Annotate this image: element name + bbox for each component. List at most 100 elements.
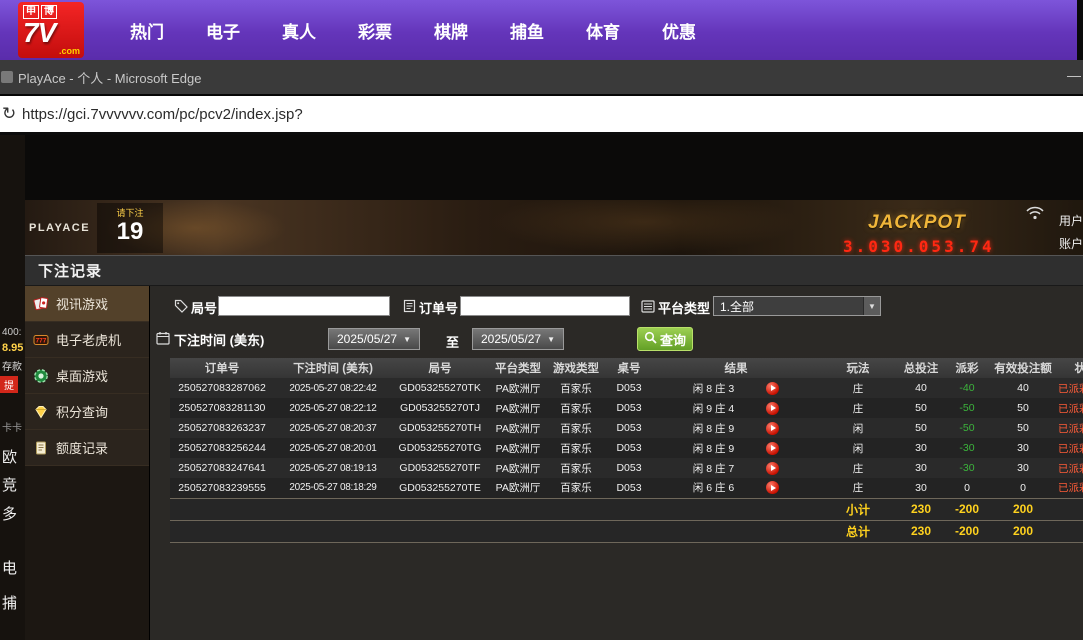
column-header: 下注时间 (美东): [274, 358, 392, 378]
table-row: 250527083287062 2025-05-27 08:22:42 GD0532…: [170, 378, 1083, 398]
sidebar-item-label: 额度记录: [56, 441, 109, 456]
logo-text: 7V: [23, 17, 56, 48]
nav-item-electronic[interactable]: 电子: [206, 18, 240, 43]
date-from-value: 2025/05/27: [337, 332, 398, 346]
column-header: 总投注: [898, 358, 944, 378]
grandtotal-status-spacer: [1056, 519, 1083, 543]
jackpot-value: 3.030.053.74: [843, 237, 995, 256]
list-icon: [641, 299, 655, 316]
play-button[interactable]: [766, 381, 780, 395]
round-filter-label: 局号: [174, 298, 217, 317]
reload-icon[interactable]: [2, 104, 20, 124]
cell-time: 2025-05-27 08:22:12: [289, 402, 377, 414]
cell-table: D053: [616, 382, 642, 394]
cell-round: GD053255270TE: [399, 481, 481, 494]
cell-total-bet: 50: [915, 422, 927, 434]
tag-icon: [174, 299, 188, 316]
round-label-text: 局号: [191, 301, 218, 316]
sidebar-item-points-query[interactable]: 积分查询: [25, 394, 149, 430]
cell-payout: -30: [959, 442, 975, 454]
cell-table: D053: [616, 442, 642, 454]
cell-valid-bet: 40: [1017, 382, 1029, 394]
cell-valid-bet: 30: [1017, 462, 1029, 474]
subtotal-payout: -200: [944, 497, 990, 520]
play-button[interactable]: [766, 421, 780, 435]
cell-platform: PA欧洲厅: [495, 402, 541, 415]
nav-item-board[interactable]: 棋牌: [434, 18, 468, 43]
calendar-icon: [156, 331, 170, 348]
table-row: 250527083263237 2025-05-27 08:20:37 GD0532…: [170, 418, 1083, 438]
cell-total-bet: 40: [915, 382, 927, 394]
nav-item-sports[interactable]: 体育: [586, 18, 620, 43]
bg-fragment: 提: [0, 376, 18, 393]
sidebar-item-video-games[interactable]: 视讯游戏: [25, 286, 149, 322]
play-button[interactable]: [766, 481, 780, 495]
bg-fragment: 捕: [2, 595, 18, 612]
cell-result: 闲 8 庄 9: [654, 418, 818, 438]
sidebar-item-label: 桌面游戏: [56, 369, 109, 384]
play-button[interactable]: [766, 441, 780, 455]
grandtotal-row: 总计 230 -200 200: [170, 519, 1083, 543]
address-bar: https://gci.7vvvvvv.com/pc/pcv2/index.js…: [0, 94, 1083, 135]
cell-result: 闲 8 庄 9: [654, 438, 818, 458]
site-logo[interactable]: 申 博 7V .com: [18, 2, 84, 58]
nav-item-live[interactable]: 真人: [282, 18, 316, 43]
cell-table: D053: [616, 481, 642, 494]
playace-brand: PLAYACE: [29, 222, 91, 234]
column-header: 状态: [1056, 358, 1083, 378]
cell-platform: PA欧洲厅: [495, 382, 541, 395]
play-button[interactable]: [766, 401, 780, 415]
platform-filter-label: 平台类型: [641, 298, 710, 317]
user-link[interactable]: 用户: [1059, 212, 1083, 229]
order-input[interactable]: [460, 296, 630, 316]
cell-status: 已派彩: [1058, 442, 1083, 455]
cell-game: 百家乐: [560, 442, 592, 455]
cell-time: 2025-05-27 08:19:13: [289, 462, 377, 474]
cell-result: 闲 8 庄 3: [654, 378, 818, 398]
cell-platform: PA欧洲厅: [495, 462, 541, 475]
account-link[interactable]: 账户: [1059, 235, 1083, 252]
date-to-select[interactable]: 2025/05/27: [472, 328, 564, 350]
cell-valid-bet: 30: [1017, 442, 1029, 454]
to-label: 至: [446, 335, 460, 350]
sidebar-item-table-games[interactable]: 桌面游戏: [25, 358, 149, 394]
cell-play-type: 庄: [852, 402, 864, 415]
platform-label-text: 平台类型: [658, 301, 711, 316]
subtotal-spacer: [170, 497, 818, 520]
cell-result: 闲 9 庄 4: [654, 398, 818, 418]
cell-payout: -50: [959, 422, 975, 434]
query-button[interactable]: 查询: [637, 327, 693, 351]
cell-play-type: 庄: [852, 462, 864, 475]
play-button[interactable]: [766, 461, 780, 475]
jackpot-label: JACKPOT: [868, 212, 966, 233]
date-from-select[interactable]: 2025/05/27: [328, 328, 420, 350]
sidebar-item-slot-machines[interactable]: 777 电子老虎机: [25, 322, 149, 358]
bet-time-label-text: 下注时间 (美东): [174, 333, 265, 348]
round-input[interactable]: [218, 296, 390, 316]
nav-item-lottery[interactable]: 彩票: [358, 18, 392, 43]
column-header: 平台类型: [488, 358, 548, 378]
nav-item-promo[interactable]: 优惠: [662, 18, 696, 43]
url-text[interactable]: https://gci.7vvvvvv.com/pc/pcv2/index.js…: [22, 106, 303, 123]
bg-fragment: 卡卡: [2, 423, 22, 434]
grandtotal-payout: -200: [944, 519, 990, 543]
platform-select[interactable]: 1.全部: [713, 296, 881, 316]
grandtotal-spacer: [170, 519, 818, 543]
column-header: 有效投注额: [990, 358, 1056, 378]
sidebar-item-credit-records[interactable]: 额度记录: [25, 430, 149, 466]
cell-valid-bet: 50: [1017, 422, 1029, 434]
cell-status: 已派彩: [1058, 382, 1083, 395]
table-row: 250527083247641 2025-05-27 08:19:13 GD0532…: [170, 458, 1083, 478]
result-text: 闲 8 庄 9: [692, 442, 735, 455]
minimize-button[interactable]: —: [1066, 67, 1082, 83]
cell-round: GD053255270TF: [399, 462, 481, 474]
nav-item-hot[interactable]: 热门: [130, 18, 164, 43]
column-header: 桌号: [604, 358, 654, 378]
cell-result: 闲 6 庄 6: [654, 478, 818, 498]
nav-item-fishing[interactable]: 捕鱼: [510, 18, 544, 43]
cell-round: GD053255270TK: [399, 382, 481, 394]
bet-table: 订单号下注时间 (美东)局号平台类型游戏类型桌号结果玩法总投注派彩有效投注额状态…: [170, 358, 1083, 543]
bg-fragment: 存款: [2, 362, 22, 373]
cell-table: D053: [616, 462, 642, 474]
grandtotal-total-bet: 230: [898, 519, 944, 543]
